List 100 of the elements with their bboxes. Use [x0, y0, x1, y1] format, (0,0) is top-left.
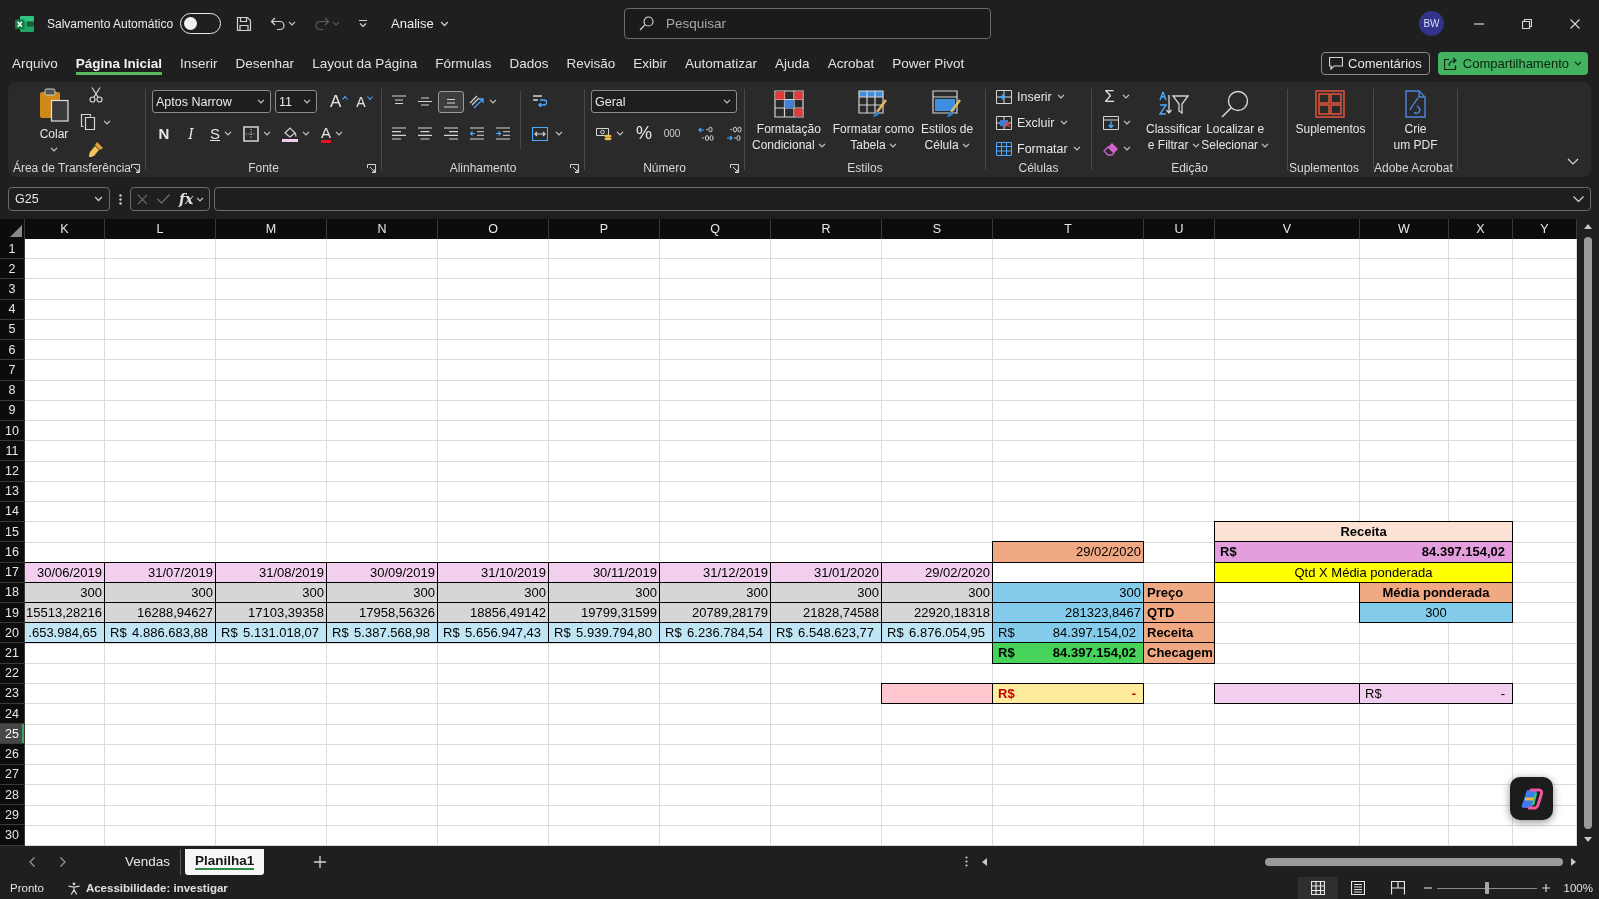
conditional-formatting-button[interactable]: Formatação Condicional — [751, 82, 827, 159]
row-header[interactable]: 21 — [0, 643, 25, 664]
accessibility-button[interactable]: Acessibilidade: investigar — [66, 881, 228, 895]
row-header[interactable]: 19 — [0, 602, 25, 624]
row-header[interactable]: 22 — [0, 663, 25, 684]
normal-view-button[interactable] — [1297, 877, 1338, 899]
search-field[interactable]: Pesquisar — [624, 8, 991, 39]
row-header[interactable]: 26 — [0, 744, 25, 765]
menu-tab[interactable]: Dados — [509, 51, 549, 75]
create-pdf-button[interactable]: Crie um PDF — [1393, 82, 1438, 159]
scrollbar-thumb[interactable] — [1584, 237, 1592, 829]
row-header[interactable]: 2 — [0, 259, 25, 280]
shrink-font-button[interactable]: A — [352, 90, 377, 113]
dialog-launcher-icon[interactable] — [730, 163, 739, 173]
sort-filter-button[interactable]: Classificar e Filtrar — [1146, 82, 1202, 159]
insert-cells-button[interactable]: Inserir — [996, 86, 1091, 107]
floating-action-button[interactable] — [1510, 777, 1553, 820]
row-header[interactable]: 5 — [0, 319, 25, 341]
chevron-down-icon[interactable] — [1573, 196, 1584, 202]
bold-button[interactable]: N — [151, 122, 177, 145]
menu-tab[interactable]: Acrobat — [827, 51, 875, 75]
percent-style-button[interactable]: % — [631, 122, 657, 145]
row-header[interactable]: 30 — [0, 825, 25, 846]
menu-tab[interactable]: Power Pivot — [892, 51, 965, 75]
row-header[interactable]: 18 — [0, 582, 25, 603]
number-format-dropdown[interactable]: Geral — [591, 90, 737, 113]
paste-button[interactable]: Colar — [31, 82, 77, 159]
row-header[interactable]: 15 — [0, 522, 25, 543]
autosave-toggle[interactable] — [180, 13, 222, 34]
row-header[interactable]: 17 — [0, 562, 25, 583]
insert-function-button[interactable]: fx — [179, 191, 205, 207]
row-header[interactable]: 23 — [0, 683, 25, 705]
slider-thumb[interactable] — [1484, 882, 1489, 894]
format-as-table-button[interactable]: Formatar como Tabela — [831, 82, 916, 159]
menu-tab[interactable]: Automatizar — [685, 51, 758, 75]
menu-tab[interactable]: Página Inicial — [75, 51, 163, 75]
row-header[interactable]: 16 — [0, 542, 25, 563]
row-header[interactable]: 24 — [0, 704, 25, 725]
row-header[interactable]: 28 — [0, 784, 25, 806]
delete-cells-button[interactable]: Excluir — [996, 112, 1091, 133]
share-button[interactable]: Compartilhamento — [1437, 51, 1588, 75]
menu-tab[interactable]: Desenhar — [235, 51, 295, 75]
row-header[interactable]: 9 — [0, 400, 25, 421]
menu-tab[interactable]: Inserir — [180, 51, 218, 75]
menu-tab[interactable]: Arquivo — [12, 51, 58, 75]
menu-tab[interactable]: Ajuda — [775, 51, 810, 75]
addins-button[interactable]: Suplementos — [1295, 82, 1366, 159]
zoom-level[interactable]: 100% — [1563, 882, 1593, 894]
font-name-dropdown[interactable]: Aptos Narrow — [152, 90, 271, 113]
vertical-dots-icon[interactable] — [965, 856, 968, 867]
scroll-up-arrow-icon[interactable] — [1584, 224, 1592, 229]
row-header[interactable]: 29 — [0, 805, 25, 826]
formula-input[interactable] — [214, 187, 1591, 211]
row-header[interactable]: 4 — [0, 299, 25, 320]
file-name-button[interactable]: Analise — [391, 16, 449, 31]
format-cells-button[interactable]: Formatar — [996, 138, 1091, 159]
row-header[interactable]: 1 — [0, 239, 25, 260]
group-label: Suplementos — [1288, 161, 1359, 175]
scroll-left-arrow-icon[interactable] — [982, 857, 987, 866]
font-color-button[interactable]: A — [316, 122, 349, 145]
row-header[interactable]: 11 — [0, 441, 25, 462]
align-bottom-button[interactable] — [438, 90, 464, 113]
grow-font-button[interactable]: A — [326, 90, 353, 113]
find-select-button[interactable]: Localizar e Selecionar — [1201, 82, 1270, 159]
row-header[interactable]: 20 — [0, 623, 25, 644]
menu-tab[interactable]: Revisão — [566, 51, 616, 75]
row-header[interactable]: 12 — [0, 461, 25, 482]
underline-button[interactable]: S — [205, 122, 237, 145]
scissors-icon — [87, 87, 104, 104]
row-header[interactable]: 8 — [0, 380, 25, 401]
row-header[interactable]: 10 — [0, 420, 25, 442]
menu-tab[interactable]: Layout da Página — [312, 51, 418, 75]
dialog-launcher-icon[interactable] — [570, 163, 579, 173]
font-size-dropdown[interactable]: 11 — [275, 90, 317, 113]
scroll-down-arrow-icon[interactable] — [1584, 837, 1592, 842]
dialog-launcher-icon[interactable] — [367, 163, 376, 173]
row-header[interactable]: 13 — [0, 481, 25, 502]
sheet-tab[interactable]: Vendas — [115, 848, 182, 875]
row-header[interactable]: 25 — [0, 724, 25, 745]
sheet-tab[interactable]: Planilha1 — [185, 848, 265, 875]
row-header[interactable]: 7 — [0, 360, 25, 381]
select-all-triangle-icon[interactable] — [10, 225, 22, 237]
vertical-dots-icon[interactable] — [119, 193, 122, 205]
scrollbar-thumb[interactable] — [1265, 857, 1563, 866]
row-header[interactable]: 27 — [0, 764, 25, 785]
cell-styles-button[interactable]: Estilos de Célula — [920, 82, 975, 159]
scroll-right-arrow-icon[interactable] — [1571, 857, 1576, 866]
menu-tab[interactable]: Exibir — [633, 51, 668, 75]
autosum-button[interactable]: Σ — [1098, 86, 1136, 107]
row-header[interactable]: 6 — [0, 340, 25, 361]
menu-tab[interactable]: Fórmulas — [435, 51, 492, 75]
row-header[interactable]: 3 — [0, 279, 25, 300]
dialog-launcher-icon[interactable] — [131, 163, 140, 173]
name-box[interactable]: G25 — [8, 187, 110, 211]
colored-grid-icon — [773, 90, 804, 118]
user-avatar[interactable]: BW — [1419, 11, 1444, 36]
comments-button[interactable]: Comentários — [1321, 51, 1430, 75]
italic-button[interactable]: I — [178, 122, 204, 145]
row-header[interactable]: 14 — [0, 501, 25, 523]
comma-style-button[interactable]: 000 — [659, 122, 685, 145]
